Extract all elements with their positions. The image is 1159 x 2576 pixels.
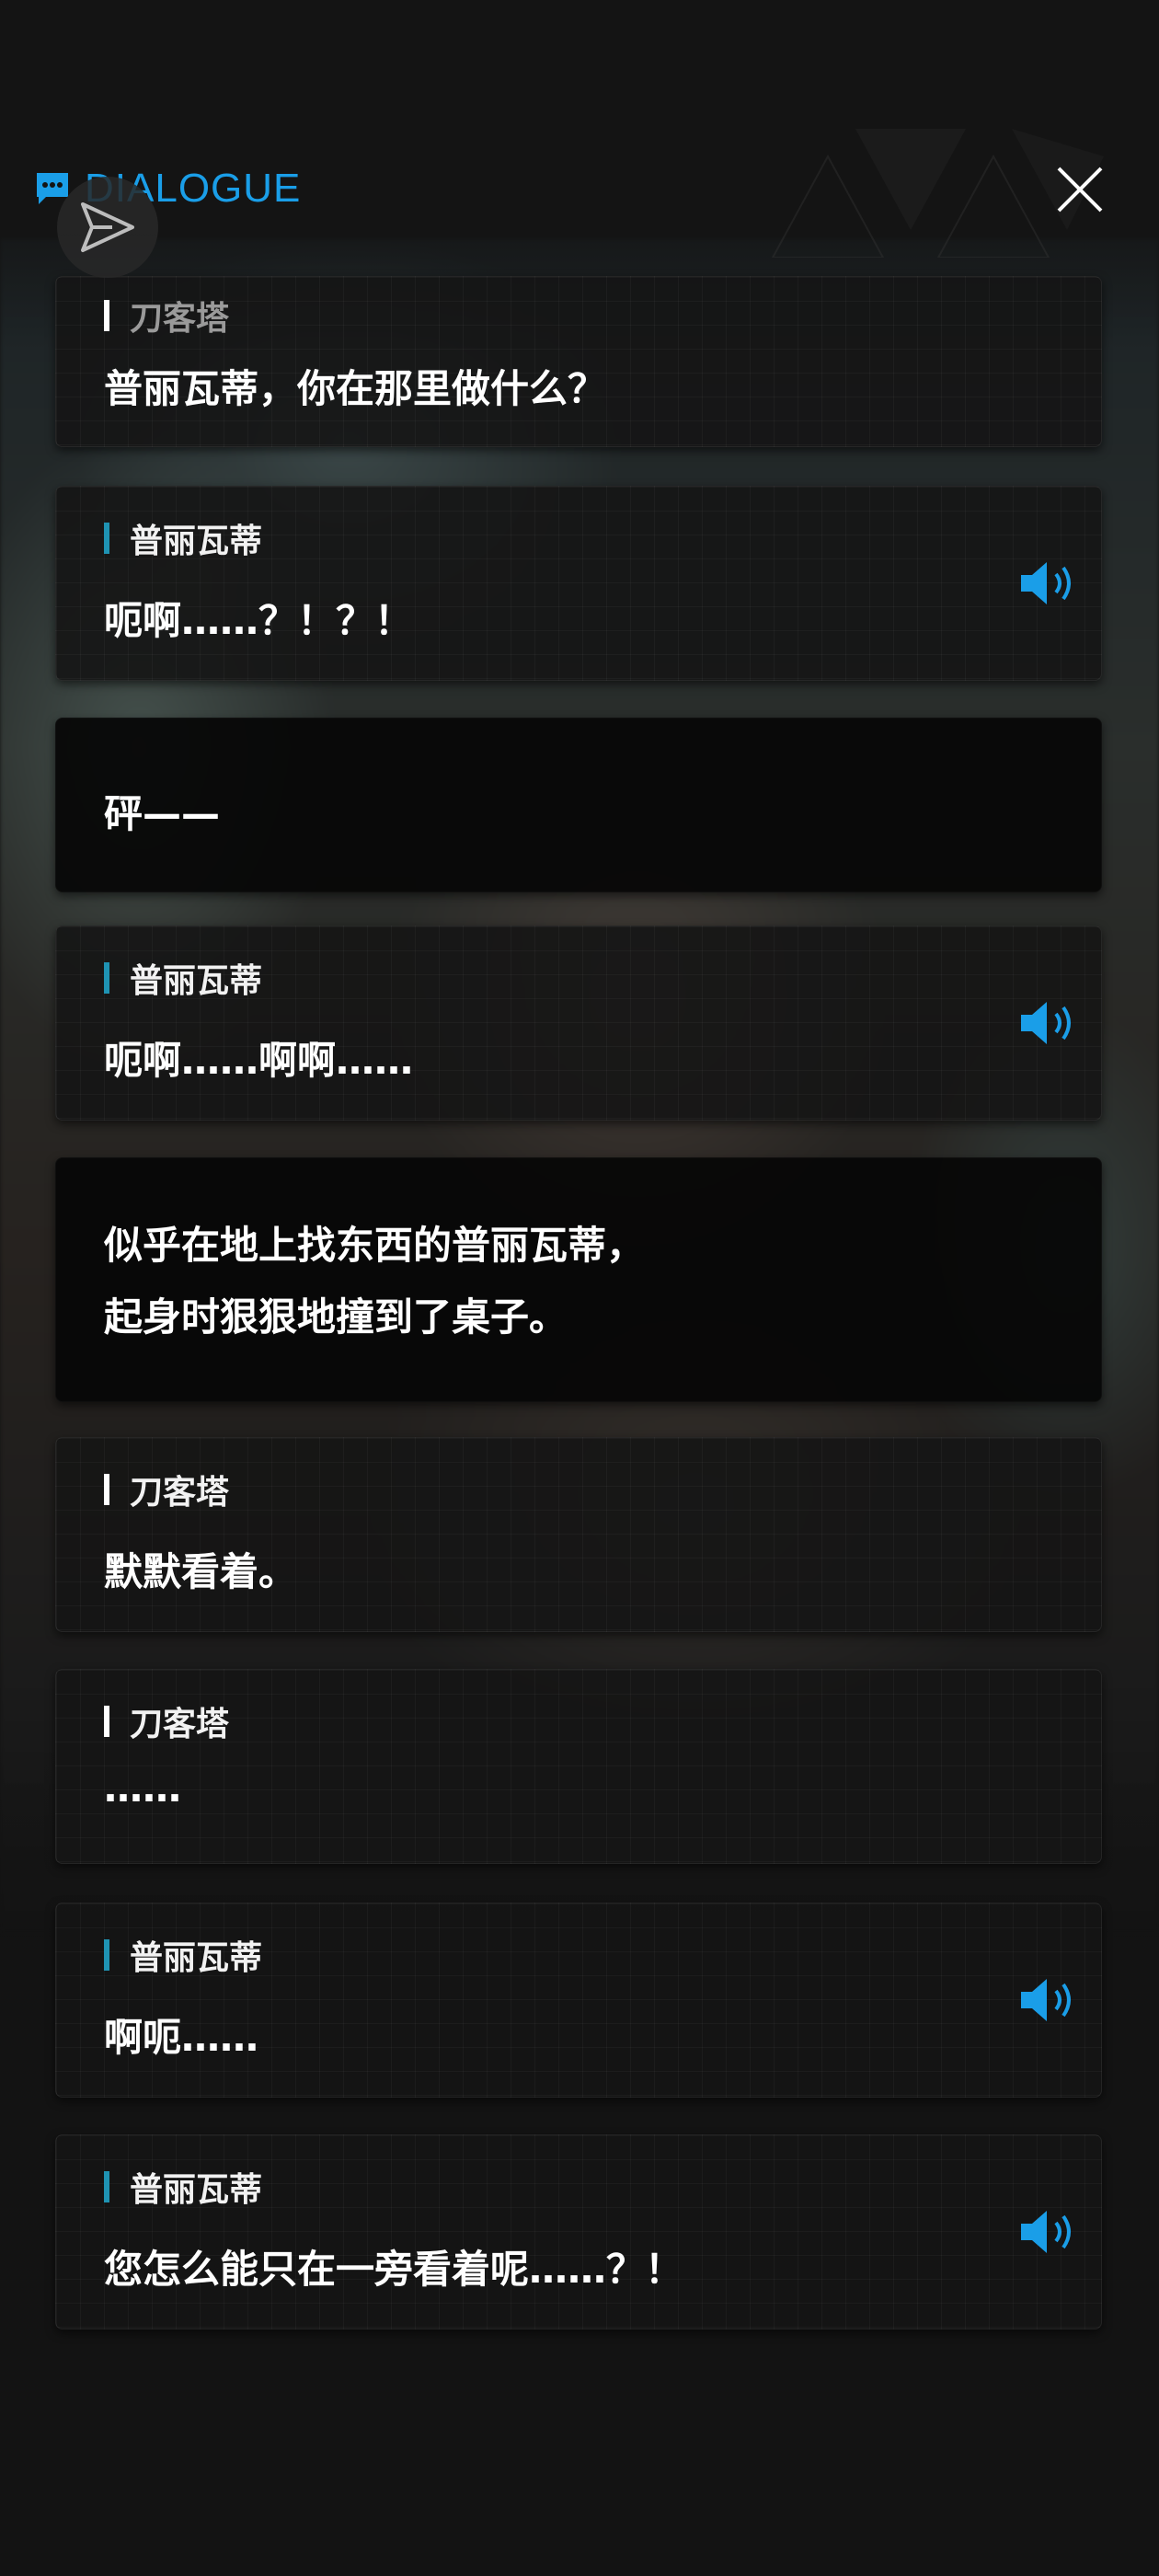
speaker-name: 刀客塔 bbox=[130, 1474, 230, 1512]
dialogue-text: 普丽瓦蒂，你在那里做什么？ bbox=[104, 366, 607, 411]
dialogue-entry: 普丽瓦蒂 呃啊……啊啊…… bbox=[55, 926, 1102, 1121]
speaker-marker bbox=[104, 300, 109, 331]
dialogue-entry: 普丽瓦蒂 您怎么能只在一旁看着呢……？！ bbox=[55, 2134, 1102, 2329]
speaker-label: 刀客塔 bbox=[104, 297, 229, 338]
dialogue-text: 呃啊……啊啊…… bbox=[104, 1038, 414, 1083]
narration-line: 起身时狠狠地撞到了桌子。 bbox=[104, 1294, 568, 1340]
speaker-marker bbox=[104, 1474, 109, 1505]
decorative-triangles bbox=[771, 129, 1104, 258]
dialogue-text: 呃啊……？！？！ bbox=[104, 598, 414, 643]
speaker-name: 普丽瓦蒂 bbox=[130, 1939, 263, 1977]
voice-play-icon[interactable] bbox=[1017, 2207, 1080, 2257]
close-icon[interactable] bbox=[1051, 161, 1108, 218]
dialogue-entry: 刀客塔 …… bbox=[55, 1669, 1102, 1864]
paper-plane-icon bbox=[81, 202, 134, 252]
dialogue-entry: 刀客塔 普丽瓦蒂，你在那里做什么？ bbox=[55, 276, 1102, 447]
dialogue-text: 您怎么能只在一旁看着呢……？！ bbox=[104, 2247, 684, 2292]
voice-play-icon[interactable] bbox=[1017, 998, 1080, 1048]
speaker-marker bbox=[104, 962, 109, 994]
dialogue-entry: 普丽瓦蒂 呃啊……？！？！ bbox=[55, 486, 1102, 681]
speaker-name: 刀客塔 bbox=[130, 300, 230, 338]
narration-line: 似乎在地上找东西的普丽瓦蒂， bbox=[104, 1223, 646, 1268]
dialogue-text: …… bbox=[104, 1765, 181, 1811]
speaker-label: 刀客塔 bbox=[104, 1703, 229, 1743]
speaker-name: 普丽瓦蒂 bbox=[130, 523, 263, 560]
speaker-name: 普丽瓦蒂 bbox=[130, 2171, 263, 2209]
voice-play-icon[interactable] bbox=[1017, 1975, 1080, 2025]
speaker-marker bbox=[104, 2171, 109, 2202]
speaker-label: 普丽瓦蒂 bbox=[104, 1937, 262, 1977]
speaker-marker bbox=[104, 1706, 109, 1737]
share-button[interactable] bbox=[57, 177, 158, 278]
speaker-name: 普丽瓦蒂 bbox=[130, 962, 263, 1000]
dialogue-entry: 刀客塔 默默看着。 bbox=[55, 1437, 1102, 1632]
speaker-label: 刀客塔 bbox=[104, 1471, 229, 1512]
narration-text: 似乎在地上找东西的普丽瓦蒂， 起身时狠狠地撞到了桌子。 bbox=[104, 1210, 1042, 1353]
dialogue-text: 默默看着。 bbox=[104, 1549, 298, 1594]
narration-entry: 砰—— bbox=[55, 718, 1102, 892]
dialogue-text: 啊呃…… bbox=[104, 2015, 259, 2060]
narration-entry: 似乎在地上找东西的普丽瓦蒂， 起身时狠狠地撞到了桌子。 bbox=[55, 1157, 1102, 1402]
dialogue-entry: 普丽瓦蒂 啊呃…… bbox=[55, 1903, 1102, 2098]
narration-text: 砰—— bbox=[104, 791, 221, 836]
speaker-marker bbox=[104, 523, 109, 554]
speaker-label: 普丽瓦蒂 bbox=[104, 960, 262, 1000]
speaker-label: 普丽瓦蒂 bbox=[104, 520, 262, 560]
speaker-label: 普丽瓦蒂 bbox=[104, 2168, 262, 2209]
speaker-name: 刀客塔 bbox=[130, 1706, 230, 1743]
voice-play-icon[interactable] bbox=[1017, 558, 1080, 608]
speaker-marker bbox=[104, 1939, 109, 1971]
